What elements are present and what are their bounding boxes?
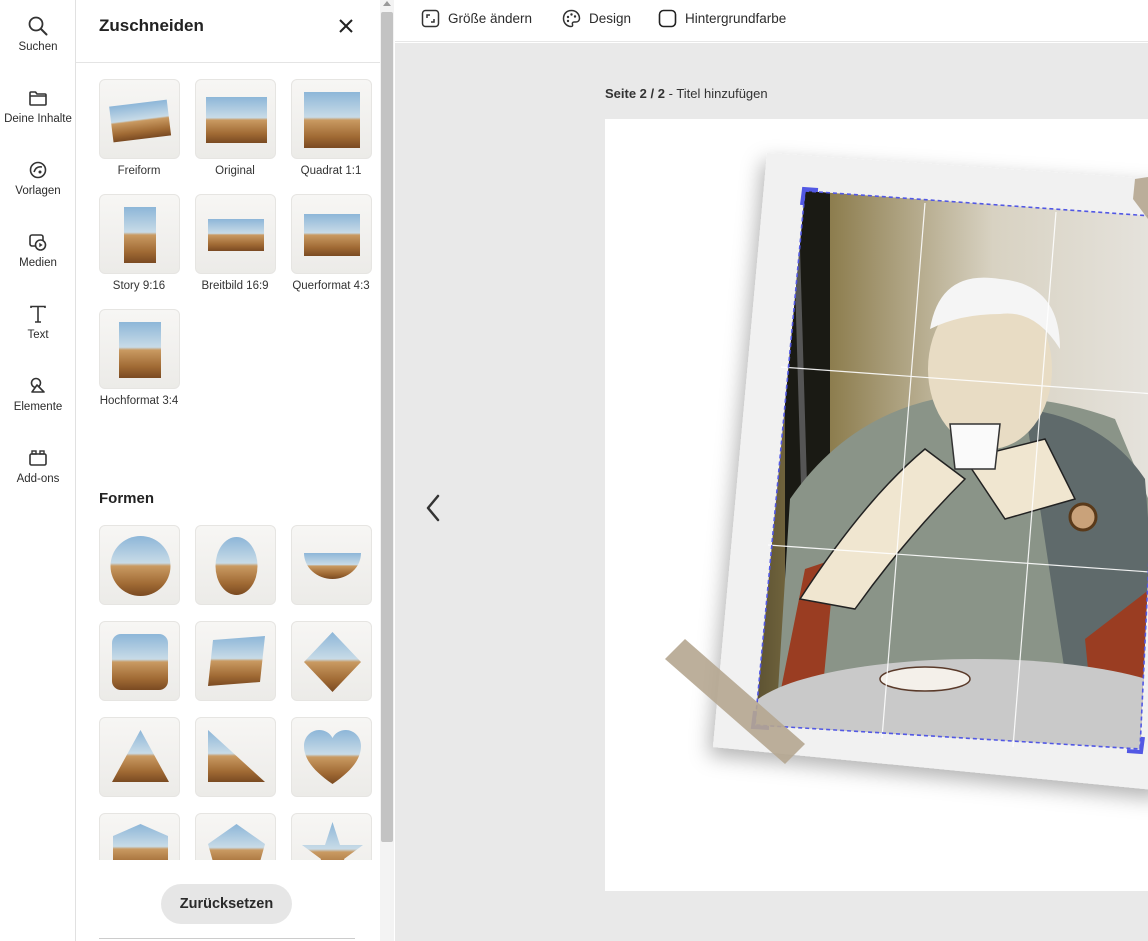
shape-half-circle[interactable] [291, 525, 372, 605]
half-circle-shape-thumbnail [304, 553, 361, 579]
crop-panel: Zuschneiden Freiform Original Quadrat 1:… [76, 0, 380, 941]
rail-item-label: Text [27, 329, 49, 341]
shapes-section-title: Formen [99, 490, 155, 507]
shape-hexagon[interactable] [195, 813, 276, 860]
media-icon [29, 234, 47, 251]
rail-item-your-content[interactable]: Deine Inhalte [0, 72, 76, 136]
right-triangle-shape-thumbnail [208, 730, 265, 782]
rail-item-label: Elemente [13, 401, 63, 413]
shape-pentagon[interactable] [99, 813, 180, 860]
original-thumbnail [206, 97, 267, 143]
crop-option-label: Quadrat 1:1 [300, 165, 362, 177]
rail-item-media[interactable]: Medien [0, 216, 76, 280]
crop-option-label: Freiform [117, 165, 161, 177]
close-icon[interactable] [334, 14, 358, 38]
canvas-area: Seite 2 / 2 - Titel hinzufügen [395, 43, 1148, 941]
crop-option-original[interactable] [195, 79, 276, 159]
rail-item-label: Medien [19, 257, 57, 269]
design-label: Design [589, 11, 632, 26]
landscape-thumbnail [304, 214, 360, 256]
shape-right-triangle[interactable] [195, 717, 276, 797]
portrait-thumbnail [119, 322, 161, 378]
crop-option-label: Hochformat 3:4 [99, 395, 179, 407]
heart-shape-thumbnail [304, 730, 361, 784]
crop-option-label: Breitbild 16:9 [201, 280, 269, 292]
panel-bottom-divider [99, 938, 355, 939]
crop-option-freeform[interactable] [99, 79, 180, 159]
shape-parallelogram[interactable] [195, 621, 276, 701]
shape-diamond[interactable] [291, 621, 372, 701]
rail-item-label: Add-ons [16, 473, 60, 485]
templates-icon [29, 161, 47, 179]
background-color-label: Hintergrundfarbe [685, 11, 787, 26]
shape-circle[interactable] [99, 525, 180, 605]
crop-option-widescreen[interactable] [195, 194, 276, 274]
circle-shape-thumbnail [110, 536, 171, 596]
crop-option-label: Querformat 4:3 [292, 280, 370, 292]
story-thumbnail [124, 207, 156, 263]
previous-page-chevron-icon[interactable] [421, 491, 445, 525]
diamond-shape-thumbnail [304, 632, 361, 692]
panel-title: Zuschneiden [99, 16, 204, 35]
crop-option-portrait[interactable] [99, 309, 180, 389]
crop-option-label: Story 9:16 [112, 280, 166, 292]
rail-item-text[interactable]: Text [0, 288, 76, 352]
folder-icon [29, 91, 47, 106]
search-icon [28, 16, 48, 36]
rail-item-label: Vorlagen [15, 185, 61, 197]
page-caption: Seite 2 / 2 - Titel hinzufügen [605, 86, 768, 101]
crop-option-landscape[interactable] [291, 194, 372, 274]
page-separator: - [664, 86, 677, 101]
reset-button[interactable]: Zurücksetzen [161, 884, 292, 924]
star-shape-thumbnail [302, 822, 363, 860]
scroll-up-arrow-icon[interactable] [383, 1, 391, 6]
rail-item-addons[interactable]: Add-ons [0, 432, 76, 496]
freeform-thumbnail [109, 99, 172, 143]
parallelogram-shape-thumbnail [208, 636, 265, 686]
shape-ellipse[interactable] [195, 525, 276, 605]
rail-item-templates[interactable]: Vorlagen [0, 144, 76, 208]
left-rail: Suchen Deine Inhalte Vorlagen Medien Tex… [0, 0, 76, 941]
pentagon-shape-thumbnail [113, 824, 168, 860]
shape-heart[interactable] [291, 717, 372, 797]
rail-item-label: Deine Inhalte [4, 113, 72, 125]
elements-icon [30, 377, 45, 393]
shape-rounded-square[interactable] [99, 621, 180, 701]
resize-label: Größe ändern [448, 11, 533, 26]
triangle-shape-thumbnail [112, 730, 169, 782]
text-icon [30, 305, 46, 323]
design-button[interactable]: Design [562, 9, 652, 29]
rail-item-label: Suchen [18, 41, 58, 53]
rail-item-elements[interactable]: Elemente [0, 360, 76, 424]
panel-scrollbar-thumb[interactable] [381, 12, 393, 842]
shape-star[interactable] [291, 813, 372, 860]
design-page[interactable] [605, 119, 1148, 891]
palette-icon [562, 9, 581, 28]
crop-option-story[interactable] [99, 194, 180, 274]
addons-icon [29, 450, 47, 466]
page-number: Seite 2 / 2 [605, 86, 665, 101]
crop-option-square[interactable] [291, 79, 372, 159]
ellipse-shape-thumbnail [215, 537, 258, 595]
background-color-swatch-icon [658, 9, 677, 28]
resize-icon [421, 9, 440, 28]
polaroid-photo-image[interactable] [605, 119, 1148, 891]
hexagon-shape-thumbnail [208, 824, 265, 860]
panel-divider [76, 62, 380, 63]
crop-option-label: Original [215, 165, 255, 177]
background-color-button[interactable]: Hintergrundfarbe [658, 9, 808, 29]
rail-item-search[interactable]: Suchen [0, 0, 76, 64]
shapes-grid [76, 520, 380, 860]
page-title-field[interactable]: Titel hinzufügen [676, 86, 767, 101]
rounded-square-shape-thumbnail [112, 634, 168, 690]
square-thumbnail [304, 92, 360, 148]
shape-triangle[interactable] [99, 717, 180, 797]
widescreen-thumbnail [208, 219, 264, 251]
top-toolbar: Größe ändern Design Hintergrundfarbe [395, 0, 1148, 42]
resize-button[interactable]: Größe ändern [421, 9, 561, 29]
